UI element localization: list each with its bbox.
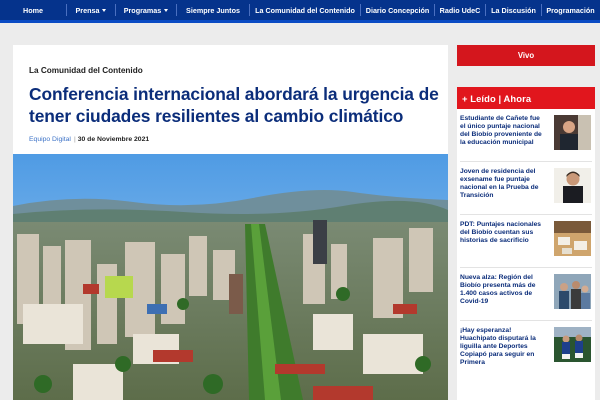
top-navigation: Home Prensa Programas Siempre Juntos La … <box>0 0 600 23</box>
nav-item-label: Programación <box>546 5 595 15</box>
classroom-photo[interactable] <box>554 221 591 256</box>
nav-item-label: Programas <box>123 5 162 15</box>
chevron-down-icon <box>102 8 107 12</box>
nav-item-label: Prensa <box>75 5 100 15</box>
football-photo[interactable] <box>554 327 591 362</box>
list-item[interactable]: Nueva alza: Región del Biobío presenta m… <box>460 268 592 321</box>
people-photo[interactable] <box>554 274 591 309</box>
list-item[interactable]: ¡Hay esperanza! Huachipato disputará la … <box>460 321 592 374</box>
chevron-down-icon <box>164 8 169 12</box>
nav-item-label: Home <box>23 5 43 15</box>
list-item-title[interactable]: Estudiante de Cañete fue el único puntaj… <box>460 115 546 147</box>
young-man-photo[interactable] <box>554 168 591 203</box>
nav-item-label: Siempre Juntos <box>186 5 240 15</box>
list-item[interactable]: Estudiante de Cañete fue el único puntaj… <box>460 109 592 162</box>
sidebar-header: + Leído | Ahora <box>457 87 595 109</box>
nav-item-home[interactable]: Home <box>0 0 66 20</box>
nav-item-label: Radio UdeC <box>439 5 481 15</box>
nav-item-comunidad-contenido[interactable]: La Comunidad del Contenido <box>250 0 360 20</box>
nav-item-siempre-juntos[interactable]: Siempre Juntos <box>177 0 249 20</box>
nav-item-label: La Comunidad del Contenido <box>255 5 355 15</box>
article-date: 30 de Noviembre 2021 <box>77 136 150 143</box>
list-item-title[interactable]: ¡Hay esperanza! Huachipato disputará la … <box>460 327 546 367</box>
nav-item-diario-concepcion[interactable]: Diario Concepción <box>361 0 434 20</box>
article-image <box>13 154 448 400</box>
nav-item-prensa[interactable]: Prensa <box>67 0 115 20</box>
list-item-title[interactable]: PDT: Puntajes nacionales del Biobío cuen… <box>460 221 546 245</box>
list-item[interactable]: PDT: Puntajes nacionales del Biobío cuen… <box>460 215 592 268</box>
article-headline: Conferencia internacional abordará la ur… <box>29 84 439 126</box>
list-item[interactable]: Joven de residencia del exsename fue pun… <box>460 162 592 215</box>
nav-item-label: Diario Concepción <box>365 5 430 15</box>
byline-separator: | <box>73 136 76 143</box>
list-item-title[interactable]: Joven de residencia del exsename fue pun… <box>460 168 546 200</box>
author-link[interactable]: Equipo Digital <box>29 136 71 143</box>
most-read-sidebar: + Leído | Ahora Estudiante de Cañete fue… <box>457 87 595 400</box>
article-card: La Comunidad del Contenido Conferencia i… <box>13 45 448 400</box>
vivo-button[interactable]: Vivo <box>457 45 595 66</box>
nav-item-label: La Discusión <box>491 5 536 15</box>
article-byline: Equipo Digital | 30 de Noviembre 2021 <box>29 136 149 143</box>
nav-item-la-discusion[interactable]: La Discusión <box>486 0 541 20</box>
list-item-title[interactable]: Nueva alza: Región del Biobío presenta m… <box>460 274 546 306</box>
nav-item-programas[interactable]: Programas <box>116 0 176 20</box>
section-label[interactable]: La Comunidad del Contenido <box>29 66 143 75</box>
nav-item-radio-udec[interactable]: Radio UdeC <box>435 0 485 20</box>
most-read-list: Estudiante de Cañete fue el único puntaj… <box>457 109 595 374</box>
nav-item-programacion[interactable]: Programación <box>542 0 599 20</box>
student-photo[interactable] <box>554 115 591 150</box>
